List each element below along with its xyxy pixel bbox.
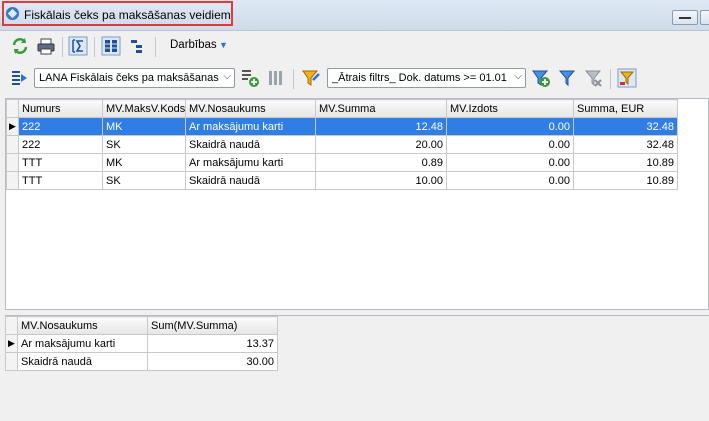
report-select[interactable]: LANA Fiskālais čeks pa maksāšanas v ⌵ bbox=[34, 68, 235, 88]
cell-numurs[interactable]: TTT bbox=[18, 171, 103, 190]
main-grid-table: Numurs MV.MaksV.Kods MV.Nosaukums MV.Sum… bbox=[6, 99, 678, 190]
toolbar-separator bbox=[94, 37, 95, 57]
print-icon[interactable] bbox=[36, 36, 56, 56]
cell-izdots[interactable]: 0.00 bbox=[446, 135, 574, 154]
sum-icon[interactable] bbox=[68, 36, 88, 56]
minimize-button[interactable] bbox=[672, 10, 698, 25]
row-indicator-header bbox=[6, 99, 19, 118]
maximize-button[interactable] bbox=[700, 10, 709, 25]
report-select-icon[interactable] bbox=[9, 68, 29, 88]
cell-numurs[interactable]: TTT bbox=[18, 153, 103, 172]
cell-nosaukums[interactable]: Ar maksājumu karti bbox=[17, 334, 148, 353]
cell-izdots[interactable]: 0.00 bbox=[446, 117, 574, 136]
row-indicator-header bbox=[5, 316, 18, 335]
quick-filter-value: _Ātrais filtrs_ Dok. datums >= 01.01 bbox=[332, 72, 507, 84]
add-filter-icon[interactable] bbox=[531, 68, 551, 88]
cell-kods[interactable]: MK bbox=[102, 153, 186, 172]
report-list-icon[interactable] bbox=[266, 68, 286, 88]
row-indicator bbox=[6, 171, 19, 190]
tree-group-icon[interactable] bbox=[127, 36, 147, 56]
main-grid-header: Numurs MV.MaksV.Kods MV.Nosaukums MV.Sum… bbox=[6, 99, 678, 118]
cell-summa[interactable]: 10.00 bbox=[315, 171, 447, 190]
cell-summa[interactable]: 20.00 bbox=[315, 135, 447, 154]
current-row-arrow-icon: ▶ bbox=[9, 121, 16, 131]
cell-nosaukums[interactable]: Skaidrā naudā bbox=[185, 171, 316, 190]
summary-pane: MV.Nosaukums Sum(MV.Summa) ▶ Ar maksājum… bbox=[5, 315, 709, 421]
table-row[interactable]: 222 SK Skaidrā naudā 20.00 0.00 32.48 bbox=[6, 135, 678, 154]
row-indicator bbox=[6, 135, 19, 154]
main-grid[interactable]: Numurs MV.MaksV.Kods MV.Nosaukums MV.Sum… bbox=[5, 98, 709, 310]
cell-summa-eur[interactable]: 10.89 bbox=[573, 171, 678, 190]
column-header-maksv-kods[interactable]: MV.MaksV.Kods bbox=[102, 99, 186, 118]
table-row[interactable]: TTT MK Ar maksājumu karti 0.89 0.00 10.8… bbox=[6, 153, 678, 172]
cell-izdots[interactable]: 0.00 bbox=[446, 153, 574, 172]
title-highlight-box bbox=[2, 1, 233, 26]
toolbar-separator bbox=[293, 69, 294, 89]
row-indicator: ▶ bbox=[5, 334, 18, 353]
table-row[interactable]: TTT SK Skaidrā naudā 10.00 0.00 10.89 bbox=[6, 171, 678, 190]
filter-settings-icon[interactable] bbox=[617, 68, 637, 88]
cell-kods[interactable]: SK bbox=[102, 171, 186, 190]
add-report-icon[interactable] bbox=[240, 68, 260, 88]
columns-icon[interactable] bbox=[101, 36, 121, 56]
row-indicator bbox=[6, 153, 19, 172]
clear-filter-icon[interactable] bbox=[583, 68, 603, 88]
quick-filter-select[interactable]: _Ātrais filtrs_ Dok. datums >= 01.01 ⌵ bbox=[327, 68, 526, 88]
cell-nosaukums[interactable]: Skaidrā naudā bbox=[17, 352, 148, 371]
column-header-sum-summa[interactable]: Sum(MV.Summa) bbox=[147, 316, 278, 335]
row-indicator: ▶ bbox=[6, 117, 19, 136]
toolbar-separator bbox=[610, 69, 611, 89]
cell-nosaukums[interactable]: Skaidrā naudā bbox=[185, 135, 316, 154]
toolbar-separator bbox=[62, 37, 63, 57]
chevron-down-icon[interactable]: ▼ bbox=[219, 40, 228, 50]
cell-summa[interactable]: 0.89 bbox=[315, 153, 447, 172]
cell-numurs[interactable]: 222 bbox=[18, 117, 103, 136]
summary-row[interactable]: ▶ Ar maksājumu karti 13.37 bbox=[5, 334, 278, 353]
cell-summa-eur[interactable]: 32.48 bbox=[573, 117, 678, 136]
column-header-summa[interactable]: MV.Summa bbox=[315, 99, 447, 118]
column-header-nosaukums[interactable]: MV.Nosaukums bbox=[185, 99, 316, 118]
current-row-arrow-icon: ▶ bbox=[8, 338, 15, 348]
cell-numurs[interactable]: 222 bbox=[18, 135, 103, 154]
column-header-summa-eur[interactable]: Summa, EUR bbox=[573, 99, 678, 118]
cell-summa[interactable]: 12.48 bbox=[315, 117, 447, 136]
toolbar-separator bbox=[155, 37, 156, 57]
actions-menu-button[interactable]: Darbības bbox=[170, 39, 217, 51]
report-select-value: LANA Fiskālais čeks pa maksāšanas v bbox=[39, 72, 221, 84]
refresh-icon[interactable] bbox=[10, 36, 30, 56]
cell-nosaukums[interactable]: Ar maksājumu karti bbox=[185, 117, 316, 136]
cell-nosaukums[interactable]: Ar maksājumu karti bbox=[185, 153, 316, 172]
cell-summa-eur[interactable]: 32.48 bbox=[573, 135, 678, 154]
filter-icon[interactable] bbox=[557, 68, 577, 88]
cell-sum[interactable]: 30.00 bbox=[147, 352, 278, 371]
cell-summa-eur[interactable]: 10.89 bbox=[573, 153, 678, 172]
table-row[interactable]: ▶ 222 MK Ar maksājumu karti 12.48 0.00 3… bbox=[6, 117, 678, 136]
cell-sum[interactable]: 13.37 bbox=[147, 334, 278, 353]
cell-kods[interactable]: SK bbox=[102, 135, 186, 154]
edit-filter-icon[interactable] bbox=[301, 68, 321, 88]
cell-kods[interactable]: MK bbox=[102, 117, 186, 136]
chevron-down-icon: ⌵ bbox=[514, 71, 522, 82]
summary-grid-header: MV.Nosaukums Sum(MV.Summa) bbox=[5, 316, 278, 335]
chevron-down-icon: ⌵ bbox=[223, 71, 231, 82]
column-header-nosaukums[interactable]: MV.Nosaukums bbox=[17, 316, 148, 335]
summary-row[interactable]: Skaidrā naudā 30.00 bbox=[5, 352, 278, 371]
row-indicator bbox=[5, 352, 18, 371]
column-header-izdots[interactable]: MV.Izdots bbox=[446, 99, 574, 118]
column-header-numurs[interactable]: Numurs bbox=[18, 99, 103, 118]
summary-grid[interactable]: MV.Nosaukums Sum(MV.Summa) ▶ Ar maksājum… bbox=[5, 316, 278, 371]
cell-izdots[interactable]: 0.00 bbox=[446, 171, 574, 190]
